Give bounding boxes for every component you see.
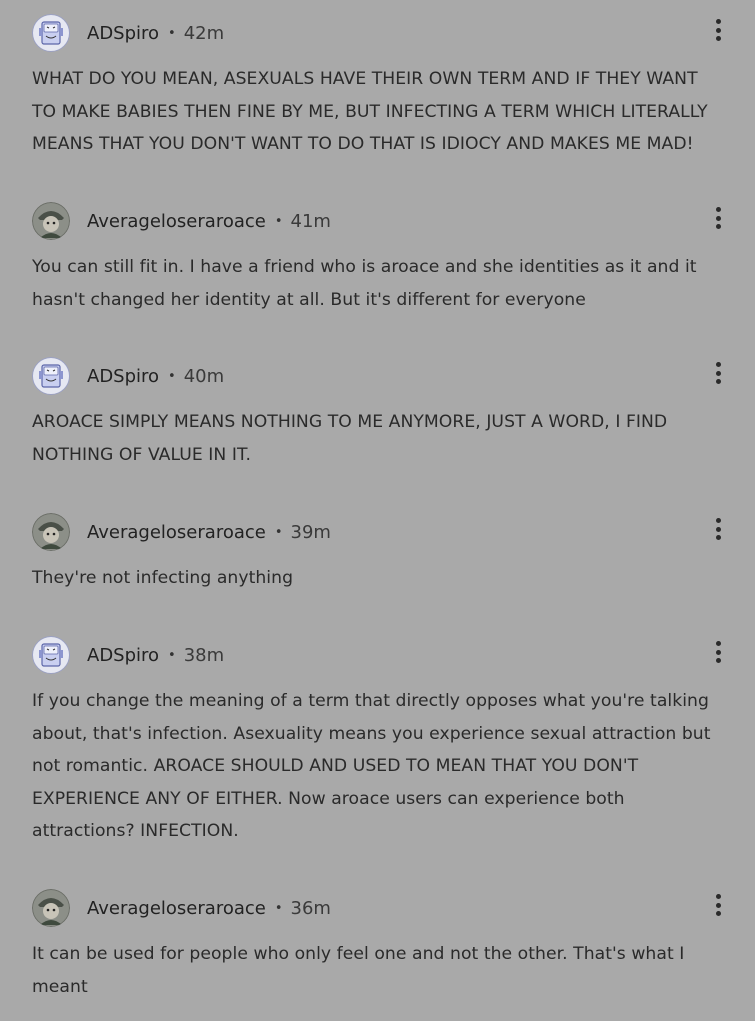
vertical-dots-icon[interactable]	[708, 637, 728, 667]
vertical-dots-icon[interactable]	[708, 358, 728, 388]
comment-author[interactable]: ADSpiro	[87, 366, 159, 387]
comment-text: WHAT DO YOU MEAN, ASEXUALS HAVE THEIR OW…	[32, 69, 708, 154]
comment-header: ADSpiro • 40m	[32, 356, 224, 396]
comment-header: Averageloseraroace • 36m	[32, 888, 331, 928]
comment-header: ADSpiro • 42m	[32, 13, 224, 53]
vertical-dots-icon[interactable]	[708, 15, 728, 45]
comment-time: 38m	[183, 644, 225, 666]
comment-author[interactable]: ADSpiro	[87, 23, 159, 44]
comment-time: 36m	[290, 897, 331, 919]
comment-time: 42m	[183, 22, 225, 44]
character-avatar-icon[interactable]	[32, 889, 70, 927]
separator-dot: •	[274, 213, 283, 229]
separator-dot: •	[168, 647, 176, 663]
comment-time: 41m	[290, 210, 331, 232]
robot-avatar-icon[interactable]	[32, 357, 70, 395]
separator-dot: •	[168, 25, 176, 41]
comment-text: They're not infecting anything	[32, 568, 294, 588]
comment-thread: ADSpiro • 42m WHAT DO YOU MEAN, ASEXUALS…	[0, 0, 755, 1021]
comment-author[interactable]: Averageloseraroace	[87, 211, 266, 232]
comment-author[interactable]: ADSpiro	[87, 645, 159, 666]
separator-dot: •	[168, 368, 176, 384]
comment-time: 39m	[290, 521, 331, 543]
comment-header: Averageloseraroace • 39m	[32, 512, 331, 552]
comment-author[interactable]: Averageloseraroace	[87, 898, 266, 919]
comment-time: 40m	[183, 365, 225, 387]
comment-header: Averageloseraroace • 41m	[32, 201, 331, 241]
comment-text: You can still fit in. I have a friend wh…	[32, 257, 697, 310]
robot-avatar-icon[interactable]	[32, 636, 70, 674]
comment-author[interactable]: Averageloseraroace	[87, 522, 266, 543]
comment-text: AROACE SIMPLY MEANS NOTHING TO ME ANYMOR…	[32, 412, 668, 465]
vertical-dots-icon[interactable]	[708, 890, 728, 920]
robot-avatar-icon[interactable]	[32, 14, 70, 52]
vertical-dots-icon[interactable]	[708, 203, 728, 233]
comment-header: ADSpiro • 38m	[32, 635, 224, 675]
separator-dot: •	[274, 524, 283, 540]
vertical-dots-icon[interactable]	[708, 514, 728, 544]
character-avatar-icon[interactable]	[32, 202, 70, 240]
separator-dot: •	[274, 900, 283, 916]
comment-text: It can be used for people who only feel …	[32, 944, 685, 997]
character-avatar-icon[interactable]	[32, 513, 70, 551]
comment-text: If you change the meaning of a term that…	[32, 691, 711, 841]
